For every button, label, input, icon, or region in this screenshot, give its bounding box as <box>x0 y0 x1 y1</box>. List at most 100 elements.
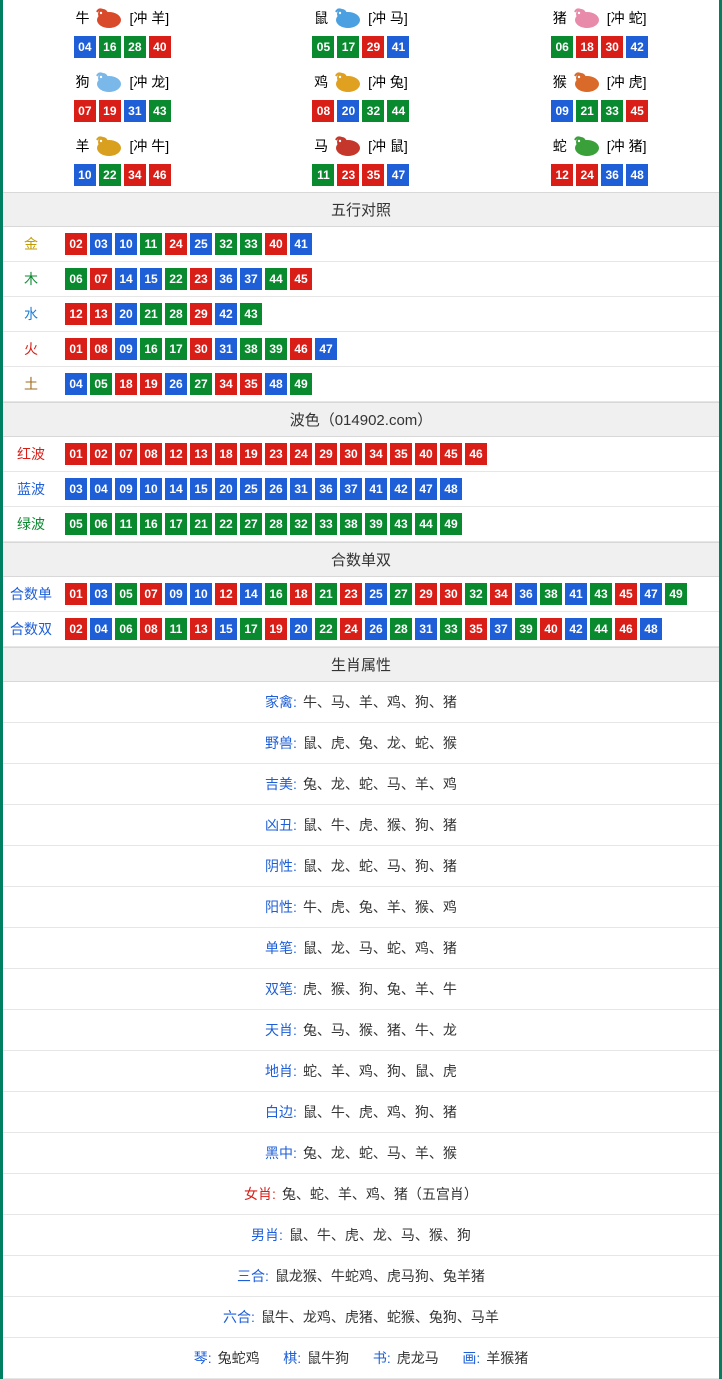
attr-value: 鼠牛狗 <box>307 1348 349 1368</box>
attr-label: 凶丑: <box>265 815 297 835</box>
number-ball: 07 <box>140 583 162 605</box>
number-ball: 02 <box>90 443 112 465</box>
attr-value: 虎龙马 <box>397 1348 439 1368</box>
number-ball: 41 <box>290 233 312 255</box>
goat-icon <box>91 134 127 158</box>
zodiac-name: 鸡 <box>314 72 328 92</box>
number-ball: 30 <box>440 583 462 605</box>
number-ball: 07 <box>115 443 137 465</box>
data-row: 蓝波 03040910141520252631363741424748 <box>3 472 719 507</box>
number-ball: 36 <box>601 164 623 186</box>
attr-value: 鼠、龙、马、蛇、鸡、猪 <box>303 938 457 958</box>
number-ball: 48 <box>626 164 648 186</box>
zodiac-top: 猴 [冲 虎] <box>480 70 719 94</box>
number-ball: 32 <box>465 583 487 605</box>
zodiac-name: 羊 <box>75 136 89 156</box>
number-ball: 45 <box>626 100 648 122</box>
number-ball: 37 <box>240 268 262 290</box>
number-ball: 14 <box>165 478 187 500</box>
number-ball: 31 <box>215 338 237 360</box>
attr-row: 阴性: 鼠、龙、蛇、马、狗、猪 <box>3 846 719 887</box>
attr-row: 天肖: 兔、马、猴、猪、牛、龙 <box>3 1010 719 1051</box>
number-ball: 23 <box>340 583 362 605</box>
number-ball: 22 <box>315 618 337 640</box>
zodiac-cell: 猪 [冲 蛇] 06183042 <box>480 0 719 64</box>
number-ball: 35 <box>465 618 487 640</box>
attr-row: 双笔: 虎、猴、狗、兔、羊、牛 <box>3 969 719 1010</box>
row-numbers: 0102070812131819232429303435404546 <box>59 443 719 465</box>
zodiac-name: 马 <box>314 136 328 156</box>
number-ball: 12 <box>551 164 573 186</box>
zodiac-name: 狗 <box>75 72 89 92</box>
number-ball: 10 <box>190 583 212 605</box>
number-ball: 42 <box>626 36 648 58</box>
number-ball: 31 <box>124 100 146 122</box>
number-ball: 06 <box>115 618 137 640</box>
number-ball: 05 <box>115 583 137 605</box>
attr-label: 三合: <box>237 1266 269 1286</box>
attr-label: 地肖: <box>265 1061 297 1081</box>
number-ball: 03 <box>90 233 112 255</box>
number-ball: 18 <box>215 443 237 465</box>
number-ball: 08 <box>140 618 162 640</box>
number-ball: 17 <box>240 618 262 640</box>
number-ball: 35 <box>362 164 384 186</box>
attr-value: 鼠、虎、兔、龙、蛇、猴 <box>303 733 457 753</box>
zodiac-cell: 猴 [冲 虎] 09213345 <box>480 64 719 128</box>
number-ball: 16 <box>140 513 162 535</box>
row-label: 火 <box>3 339 59 359</box>
attr-label: 白边: <box>265 1102 297 1122</box>
data-row: 合数单 010305070910121416182123252729303234… <box>3 577 719 612</box>
row-numbers: 0103050709101214161821232527293032343638… <box>59 583 719 605</box>
attr-row: 单笔: 鼠、龙、马、蛇、鸡、猪 <box>3 928 719 969</box>
pig-icon <box>569 6 605 30</box>
number-ball: 20 <box>337 100 359 122</box>
number-ball: 24 <box>290 443 312 465</box>
number-ball: 33 <box>315 513 337 535</box>
attr-value: 鼠、牛、虎、猴、狗、猪 <box>303 815 457 835</box>
number-ball: 33 <box>240 233 262 255</box>
monkey-icon <box>569 70 605 94</box>
number-ball: 41 <box>387 36 409 58</box>
data-row: 土 04051819262734354849 <box>3 367 719 402</box>
number-ball: 21 <box>315 583 337 605</box>
number-ball: 12 <box>215 583 237 605</box>
number-ball: 31 <box>290 478 312 500</box>
number-ball: 40 <box>540 618 562 640</box>
attr-label: 画: <box>462 1348 480 1368</box>
row-label: 绿波 <box>3 514 59 534</box>
heshu-header: 合数单双 <box>3 542 719 577</box>
number-ball: 22 <box>99 164 121 186</box>
number-ball: 19 <box>240 443 262 465</box>
number-ball: 42 <box>215 303 237 325</box>
attr-header: 生肖属性 <box>3 647 719 682</box>
zodiac-top: 蛇 [冲 猪] <box>480 134 719 158</box>
row-numbers: 1213202128294243 <box>59 303 719 325</box>
number-ball: 22 <box>165 268 187 290</box>
number-ball: 28 <box>124 36 146 58</box>
attr-value: 鼠龙猴、牛蛇鸡、虎马狗、兔羊猪 <box>275 1266 485 1286</box>
zodiac-numbers: 09213345 <box>480 100 719 122</box>
number-ball: 02 <box>65 618 87 640</box>
number-ball: 40 <box>265 233 287 255</box>
row-label: 水 <box>3 304 59 324</box>
zodiac-grid: 牛 [冲 羊] 04162840 鼠 [冲 马] 05172941 猪 [冲 蛇… <box>3 0 719 192</box>
number-ball: 26 <box>165 373 187 395</box>
heshu-rows: 合数单 010305070910121416182123252729303234… <box>3 577 719 647</box>
data-row: 木 06071415222336374445 <box>3 262 719 297</box>
attr-row: 地肖: 蛇、羊、鸡、狗、鼠、虎 <box>3 1051 719 1092</box>
zodiac-conflict: [冲 兔] <box>368 72 408 92</box>
number-ball: 27 <box>190 373 212 395</box>
number-ball: 19 <box>265 618 287 640</box>
ox-icon <box>91 6 127 30</box>
row-label: 金 <box>3 234 59 254</box>
rat-icon <box>330 6 366 30</box>
number-ball: 25 <box>240 478 262 500</box>
attr-value: 鼠牛、龙鸡、虎猪、蛇猴、兔狗、马羊 <box>261 1307 499 1327</box>
number-ball: 44 <box>590 618 612 640</box>
row-label: 合数单 <box>3 584 59 604</box>
zodiac-cell: 牛 [冲 羊] 04162840 <box>3 0 242 64</box>
number-ball: 31 <box>415 618 437 640</box>
rooster-icon <box>330 70 366 94</box>
number-ball: 20 <box>290 618 312 640</box>
